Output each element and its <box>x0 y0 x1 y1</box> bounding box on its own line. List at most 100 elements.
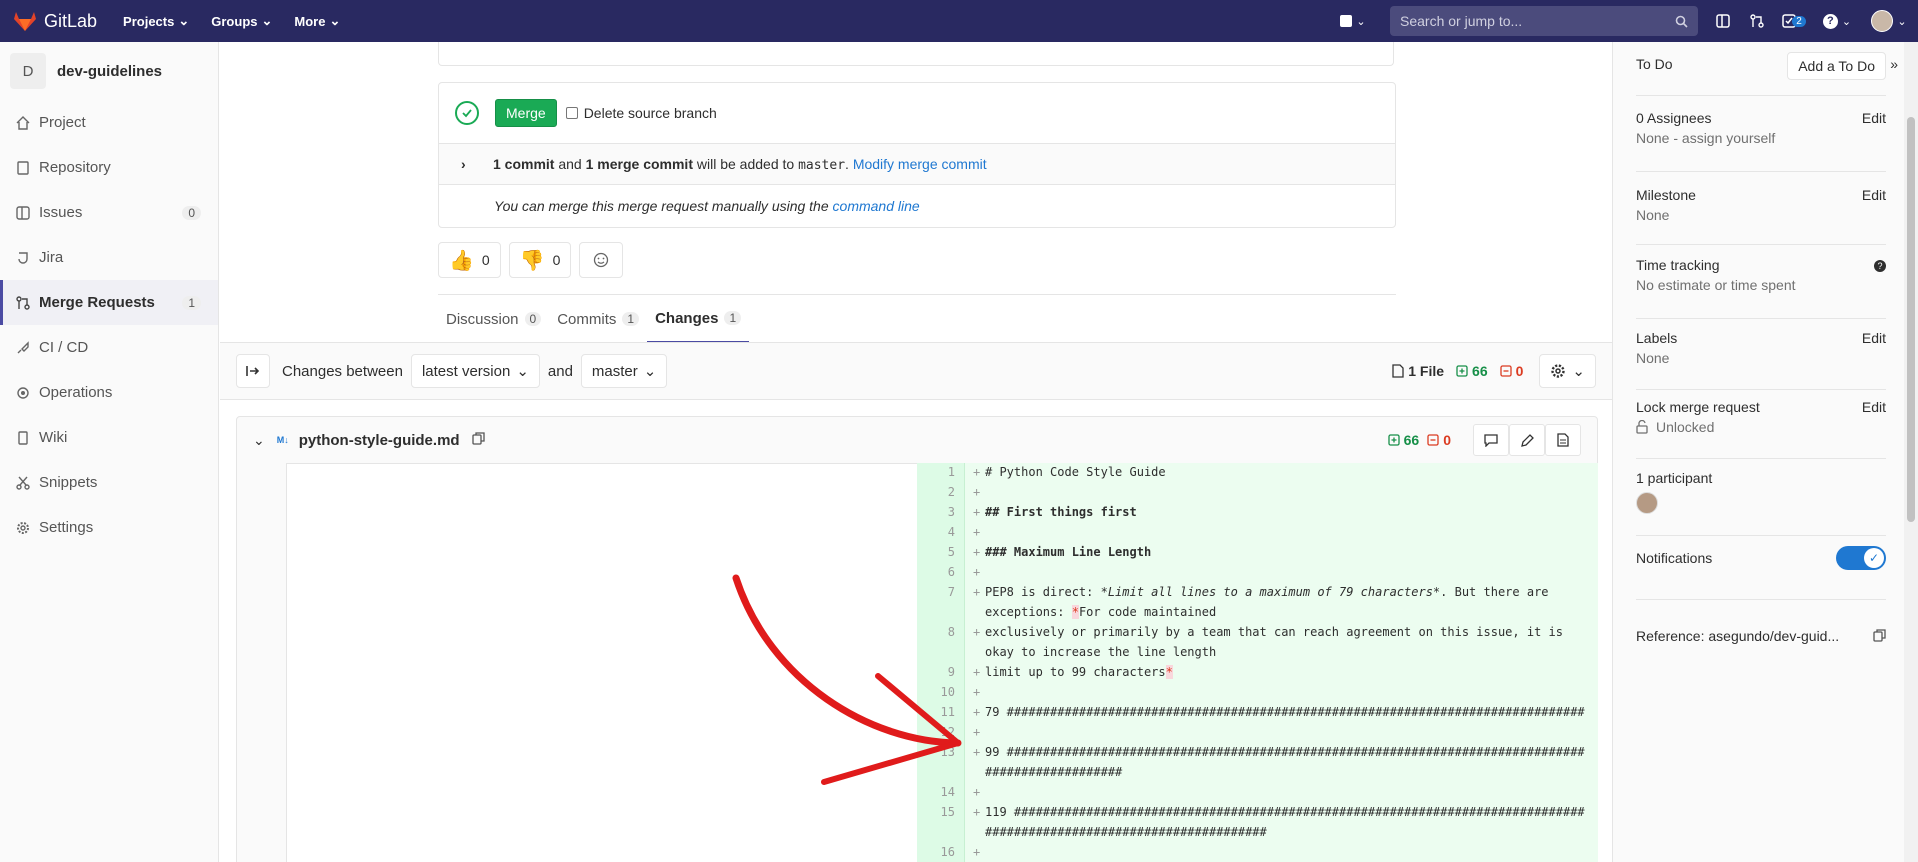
file-additions: 66 <box>1387 432 1419 448</box>
sidebar-item-repository[interactable]: Repository <box>0 145 218 190</box>
tab-commits[interactable]: Commits 1 <box>549 295 647 343</box>
participant-avatar[interactable] <box>1636 492 1658 514</box>
minus-square-icon <box>1427 434 1439 446</box>
plus-square-icon <box>1340 15 1353 27</box>
top-navbar: GitLab Projects ⌄ Groups ⌄ More ⌄ ⌄ Sear… <box>0 0 1918 42</box>
add-reaction-button[interactable] <box>579 242 624 278</box>
project-header[interactable]: D dev-guidelines <box>0 42 218 100</box>
commit-summary-row[interactable]: › 1 commit and 1 merge commit will be ad… <box>439 143 1395 185</box>
assign-yourself-link[interactable]: None - assign yourself <box>1636 130 1886 146</box>
target-branch-dropdown[interactable]: master ⌄ <box>580 354 668 388</box>
search-input[interactable]: Search or jump to... <box>1390 6 1698 36</box>
home-icon <box>15 115 31 131</box>
view-file-button[interactable] <box>1545 424 1581 456</box>
tab-changes[interactable]: Changes 1 <box>647 295 750 343</box>
chevron-right-icon: › <box>461 156 466 172</box>
diff-toolbar: Changes between latest version ⌄ and mast… <box>220 342 1612 400</box>
collapse-sidebar-icon[interactable]: » <box>1890 56 1898 72</box>
more-menu[interactable]: More ⌄ <box>294 13 340 29</box>
version-dropdown[interactable]: latest version ⌄ <box>410 354 540 388</box>
collapse-chevron-icon[interactable]: ⌄ <box>253 432 265 449</box>
smiley-icon <box>594 252 609 268</box>
scrollbar-thumb[interactable] <box>1907 117 1915 522</box>
assignees-edit-link[interactable]: Edit <box>1862 110 1886 126</box>
user-menu-button[interactable]: ⌄ <box>1860 0 1918 42</box>
sidebar-item-ci-cd[interactable]: CI / CD <box>0 325 218 370</box>
search-icon <box>1675 15 1688 28</box>
scissors-icon <box>15 475 31 491</box>
delete-source-branch-label: Delete source branch <box>583 105 717 121</box>
todo-count-badge: 2 <box>1792 15 1806 27</box>
sidebar-item-snippets[interactable]: Snippets <box>0 460 218 505</box>
file-icon <box>1557 433 1569 447</box>
sidebar-item-settings[interactable]: Settings <box>0 505 218 550</box>
time-tracking-block: Time tracking No estimate or time spent … <box>1636 257 1886 319</box>
thumbsdown-award-button[interactable]: 👎 0 <box>508 242 572 278</box>
comment-icon <box>1484 433 1498 447</box>
chevron-down-icon: ⌄ <box>329 13 341 28</box>
reference-block: Reference: asegundo/dev-guid... <box>1636 628 1886 658</box>
merge-request-icon <box>1750 14 1764 28</box>
lock-edit-link[interactable]: Edit <box>1862 399 1886 415</box>
book-icon <box>15 160 31 176</box>
award-emoji-bar: 👍 0 👎 0 <box>438 242 624 278</box>
projects-menu[interactable]: Projects ⌄ <box>123 13 189 29</box>
chevron-down-icon: ⌄ <box>516 363 529 380</box>
file-name[interactable]: python-style-guide.md <box>299 432 460 449</box>
merge-widget: Merge Delete source branch › 1 commit an… <box>438 82 1396 228</box>
file-icon <box>1392 364 1404 378</box>
chevron-down-icon: ⌄ <box>178 13 190 28</box>
page-scrollbar[interactable] <box>1904 42 1918 862</box>
gear-icon <box>15 520 31 536</box>
notifications-block: Notifications ✓ <box>1636 546 1886 600</box>
copy-path-icon[interactable] <box>471 432 485 448</box>
sidebar-item-issues[interactable]: Issues 0 <box>0 190 218 235</box>
sidebar-item-wiki[interactable]: Wiki <box>0 415 218 460</box>
new-dropdown-button[interactable]: ⌄ <box>1330 0 1376 42</box>
thumbsup-award-button[interactable]: 👍 0 <box>438 242 501 278</box>
milestone-block: Milestone None Edit <box>1636 187 1886 245</box>
delete-source-branch-checkbox[interactable] <box>565 107 578 119</box>
labels-edit-link[interactable]: Edit <box>1862 330 1886 346</box>
left-sidebar: D dev-guidelines Project Repository Issu… <box>0 42 219 862</box>
groups-menu[interactable]: Groups ⌄ <box>211 13 272 29</box>
edit-file-button[interactable] <box>1509 424 1545 456</box>
file-header: ⌄ M↓ python-style-guide.md 66 0 <box>236 416 1598 464</box>
help-dropdown-button[interactable]: ? ⌄ <box>1814 0 1860 42</box>
sidebar-item-jira[interactable]: Jira <box>0 235 218 280</box>
chevron-down-icon: ⌄ <box>1897 15 1907 28</box>
file-count[interactable]: 1 File <box>1392 363 1444 379</box>
time-tracking-help-icon[interactable]: ? <box>1874 260 1886 272</box>
project-name: dev-guidelines <box>57 62 163 80</box>
issues-count-badge: 0 <box>182 205 201 220</box>
lock-open-icon <box>1636 420 1648 434</box>
tab-discussion[interactable]: Discussion 0 <box>438 295 549 343</box>
merge-requests-nav-button[interactable] <box>1740 0 1774 42</box>
sidebar-item-operations[interactable]: Operations <box>0 370 218 415</box>
chevron-down-icon: ⌄ <box>1356 15 1366 28</box>
copy-reference-icon[interactable] <box>1873 629 1886 645</box>
toggle-comments-button[interactable] <box>1473 424 1509 456</box>
gear-icon <box>1551 364 1566 378</box>
diff-settings-dropdown[interactable]: ⌄ <box>1539 354 1596 388</box>
rocket-icon <box>15 340 31 356</box>
issues-nav-button[interactable] <box>1706 0 1740 42</box>
modify-merge-commit-link[interactable]: Modify merge commit <box>853 156 987 172</box>
todo-block: To Do Add a To Do <box>1636 52 1886 96</box>
chevron-down-icon: ⌄ <box>261 13 273 28</box>
lock-block: Lock merge request Unlocked Edit <box>1636 399 1886 459</box>
toggle-file-tree-button[interactable] <box>236 354 270 388</box>
sidebar-item-project[interactable]: Project <box>0 100 218 145</box>
mr-tabs: Discussion 0 Commits 1 Changes 1 <box>438 294 1396 343</box>
command-line-link[interactable]: command line <box>833 198 920 214</box>
main-content: Merge Delete source branch › 1 commit an… <box>220 42 1612 862</box>
add-todo-button[interactable]: Add a To Do <box>1787 52 1886 80</box>
thumbsdown-icon: 👎 <box>519 249 545 272</box>
sidebar-item-merge-requests[interactable]: Merge Requests 1 <box>0 280 218 325</box>
milestone-edit-link[interactable]: Edit <box>1862 187 1886 203</box>
annotation-arrow <box>732 574 962 785</box>
todos-nav-button[interactable]: 2 <box>1774 0 1814 42</box>
gitlab-logo[interactable]: GitLab <box>14 11 97 32</box>
merge-button[interactable]: Merge <box>495 99 557 127</box>
notifications-toggle[interactable]: ✓ <box>1836 546 1886 570</box>
